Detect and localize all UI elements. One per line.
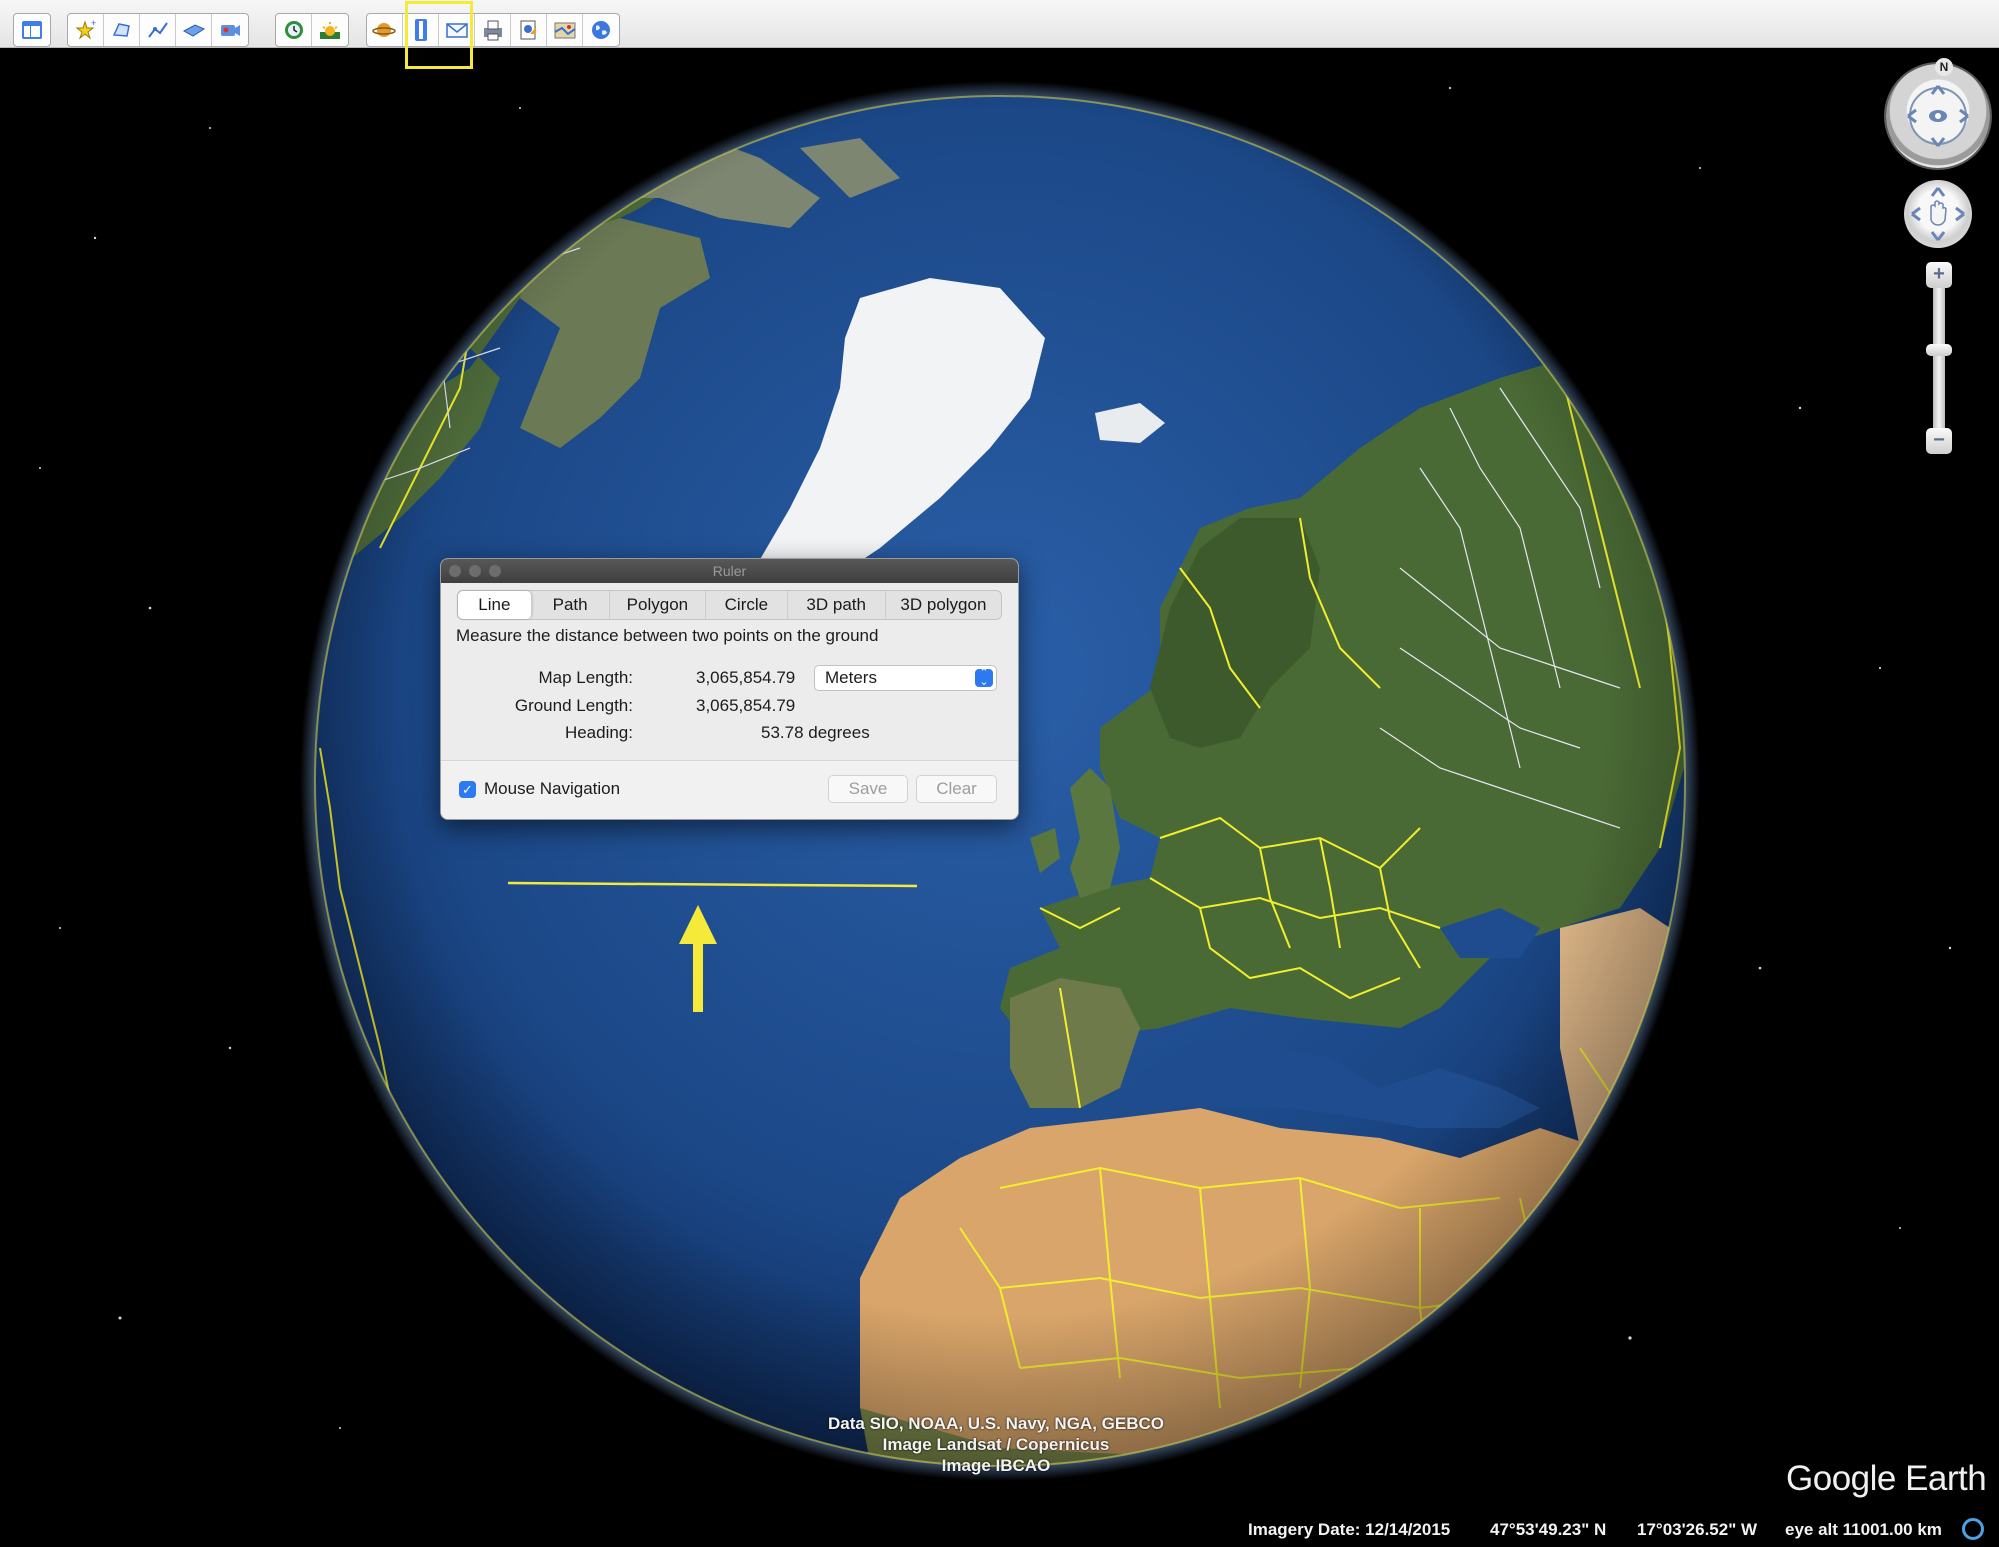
heading-value: 53.78 degrees xyxy=(761,723,870,742)
add-path-button[interactable] xyxy=(140,14,176,46)
ruler-button[interactable] xyxy=(403,14,439,46)
save-image-icon xyxy=(520,20,536,40)
ruler-footer: ✓ Mouse Navigation Save Clear xyxy=(441,760,1018,819)
tab-path[interactable]: Path xyxy=(532,591,610,619)
mouse-navigation-label[interactable]: Mouse Navigation xyxy=(484,779,620,799)
switch-planet-icon xyxy=(371,23,396,37)
zoom-slider-track[interactable] xyxy=(1933,265,1945,453)
email-button[interactable] xyxy=(439,14,475,46)
sidebar-toggle-icon xyxy=(22,21,42,39)
tab-polygon[interactable]: Polygon xyxy=(610,591,707,619)
toolbar: + xyxy=(0,0,1999,69)
latitude-readout: 47°53'49.23" N xyxy=(1490,1520,1607,1539)
record-tour-icon xyxy=(221,25,240,36)
attribution-line: Image Landsat / Copernicus xyxy=(882,1435,1110,1454)
add-image-overlay-button[interactable] xyxy=(176,14,212,46)
attribution-line: Data SIO, NOAA, U.S. Navy, NGA, GEBCO xyxy=(828,1414,1164,1433)
save-button[interactable]: Save xyxy=(828,775,908,803)
sunlight-icon xyxy=(320,22,340,39)
zoom-slider-thumb[interactable] xyxy=(1926,344,1952,356)
historical-imagery-button[interactable] xyxy=(276,14,312,46)
earth-globe-icon xyxy=(592,21,610,39)
units-selected-value: Meters xyxy=(825,668,877,687)
email-icon xyxy=(445,23,468,38)
sidebar-group xyxy=(13,13,51,47)
ground-length-label: Ground Length: xyxy=(514,696,633,715)
loading-status-icon xyxy=(1962,1518,1984,1540)
mouse-navigation-checkbox[interactable]: ✓ xyxy=(459,781,476,798)
ruler-dialog[interactable]: Ruler Line Path Polygon Circle 3D path 3… xyxy=(440,558,1019,820)
select-arrows-icon: ⌃ ⌄ xyxy=(975,668,993,688)
tab-line[interactable]: Line xyxy=(458,591,532,619)
earth-globe-button[interactable] xyxy=(583,14,619,46)
longitude-readout: 17°03'26.52" W xyxy=(1637,1520,1758,1539)
add-path-icon xyxy=(147,22,168,38)
compass-north-indicator[interactable]: N xyxy=(1935,58,1953,76)
print-button[interactable] xyxy=(475,14,511,46)
sidebar-toggle-button[interactable] xyxy=(14,14,50,46)
pan-hand-icon xyxy=(1911,187,1965,241)
google-earth-logo: Google Earth xyxy=(1786,1459,1987,1498)
ruler-titlebar[interactable]: Ruler xyxy=(441,559,1018,583)
imagery-date: Imagery Date: 12/14/2015 xyxy=(1248,1520,1451,1539)
pan-control[interactable] xyxy=(1904,180,1972,248)
attribution-line: Image IBCAO xyxy=(941,1456,1051,1475)
add-polygon-icon xyxy=(112,23,130,37)
look-arrows-icon xyxy=(1907,85,1969,147)
create-group: + xyxy=(67,13,249,47)
tab-3d-path[interactable]: 3D path xyxy=(788,591,886,619)
sunlight-button[interactable] xyxy=(312,14,348,46)
attribution: Data SIO, NOAA, U.S. Navy, NGA, GEBCO Im… xyxy=(796,1413,1196,1476)
add-placemark-button[interactable]: + xyxy=(68,14,104,46)
units-select[interactable]: Meters ⌃ ⌄ xyxy=(814,665,997,691)
add-image-overlay-icon xyxy=(182,24,205,37)
record-tour-button[interactable] xyxy=(212,14,248,46)
add-polygon-button[interactable] xyxy=(104,14,140,46)
map-length-value: 3,065,854.79 xyxy=(696,668,796,687)
map-length-label: Map Length: xyxy=(538,668,633,687)
ruler-description: Measure the distance between two points … xyxy=(456,626,879,645)
view-in-maps-icon xyxy=(554,22,576,39)
save-image-button[interactable] xyxy=(511,14,547,46)
eye-altitude-readout: eye alt 11001.00 km xyxy=(1785,1520,1942,1539)
historical-imagery-icon xyxy=(284,21,303,39)
view-group xyxy=(275,13,349,47)
clear-button[interactable]: Clear xyxy=(916,775,997,803)
print-icon xyxy=(483,20,502,41)
ruler-tabs: Line Path Polygon Circle 3D path 3D poly… xyxy=(457,590,1002,620)
tools-group xyxy=(366,13,620,47)
view-in-maps-button[interactable] xyxy=(547,14,583,46)
add-placemark-icon: + xyxy=(75,18,96,40)
switch-planet-button[interactable] xyxy=(367,14,403,46)
svg-text:+: + xyxy=(91,18,96,28)
zoom-out-button[interactable]: − xyxy=(1926,428,1952,454)
ground-length-value: 3,065,854.79 xyxy=(696,696,796,715)
tab-circle[interactable]: Circle xyxy=(706,591,788,619)
heading-label: Heading: xyxy=(564,723,633,742)
ruler-title: Ruler xyxy=(712,563,747,579)
compass-look-control[interactable] xyxy=(1886,64,1990,168)
ruler-icon xyxy=(414,19,427,41)
tab-3d-polygon[interactable]: 3D polygon xyxy=(886,591,1001,619)
zoom-in-button[interactable]: + xyxy=(1926,262,1952,288)
